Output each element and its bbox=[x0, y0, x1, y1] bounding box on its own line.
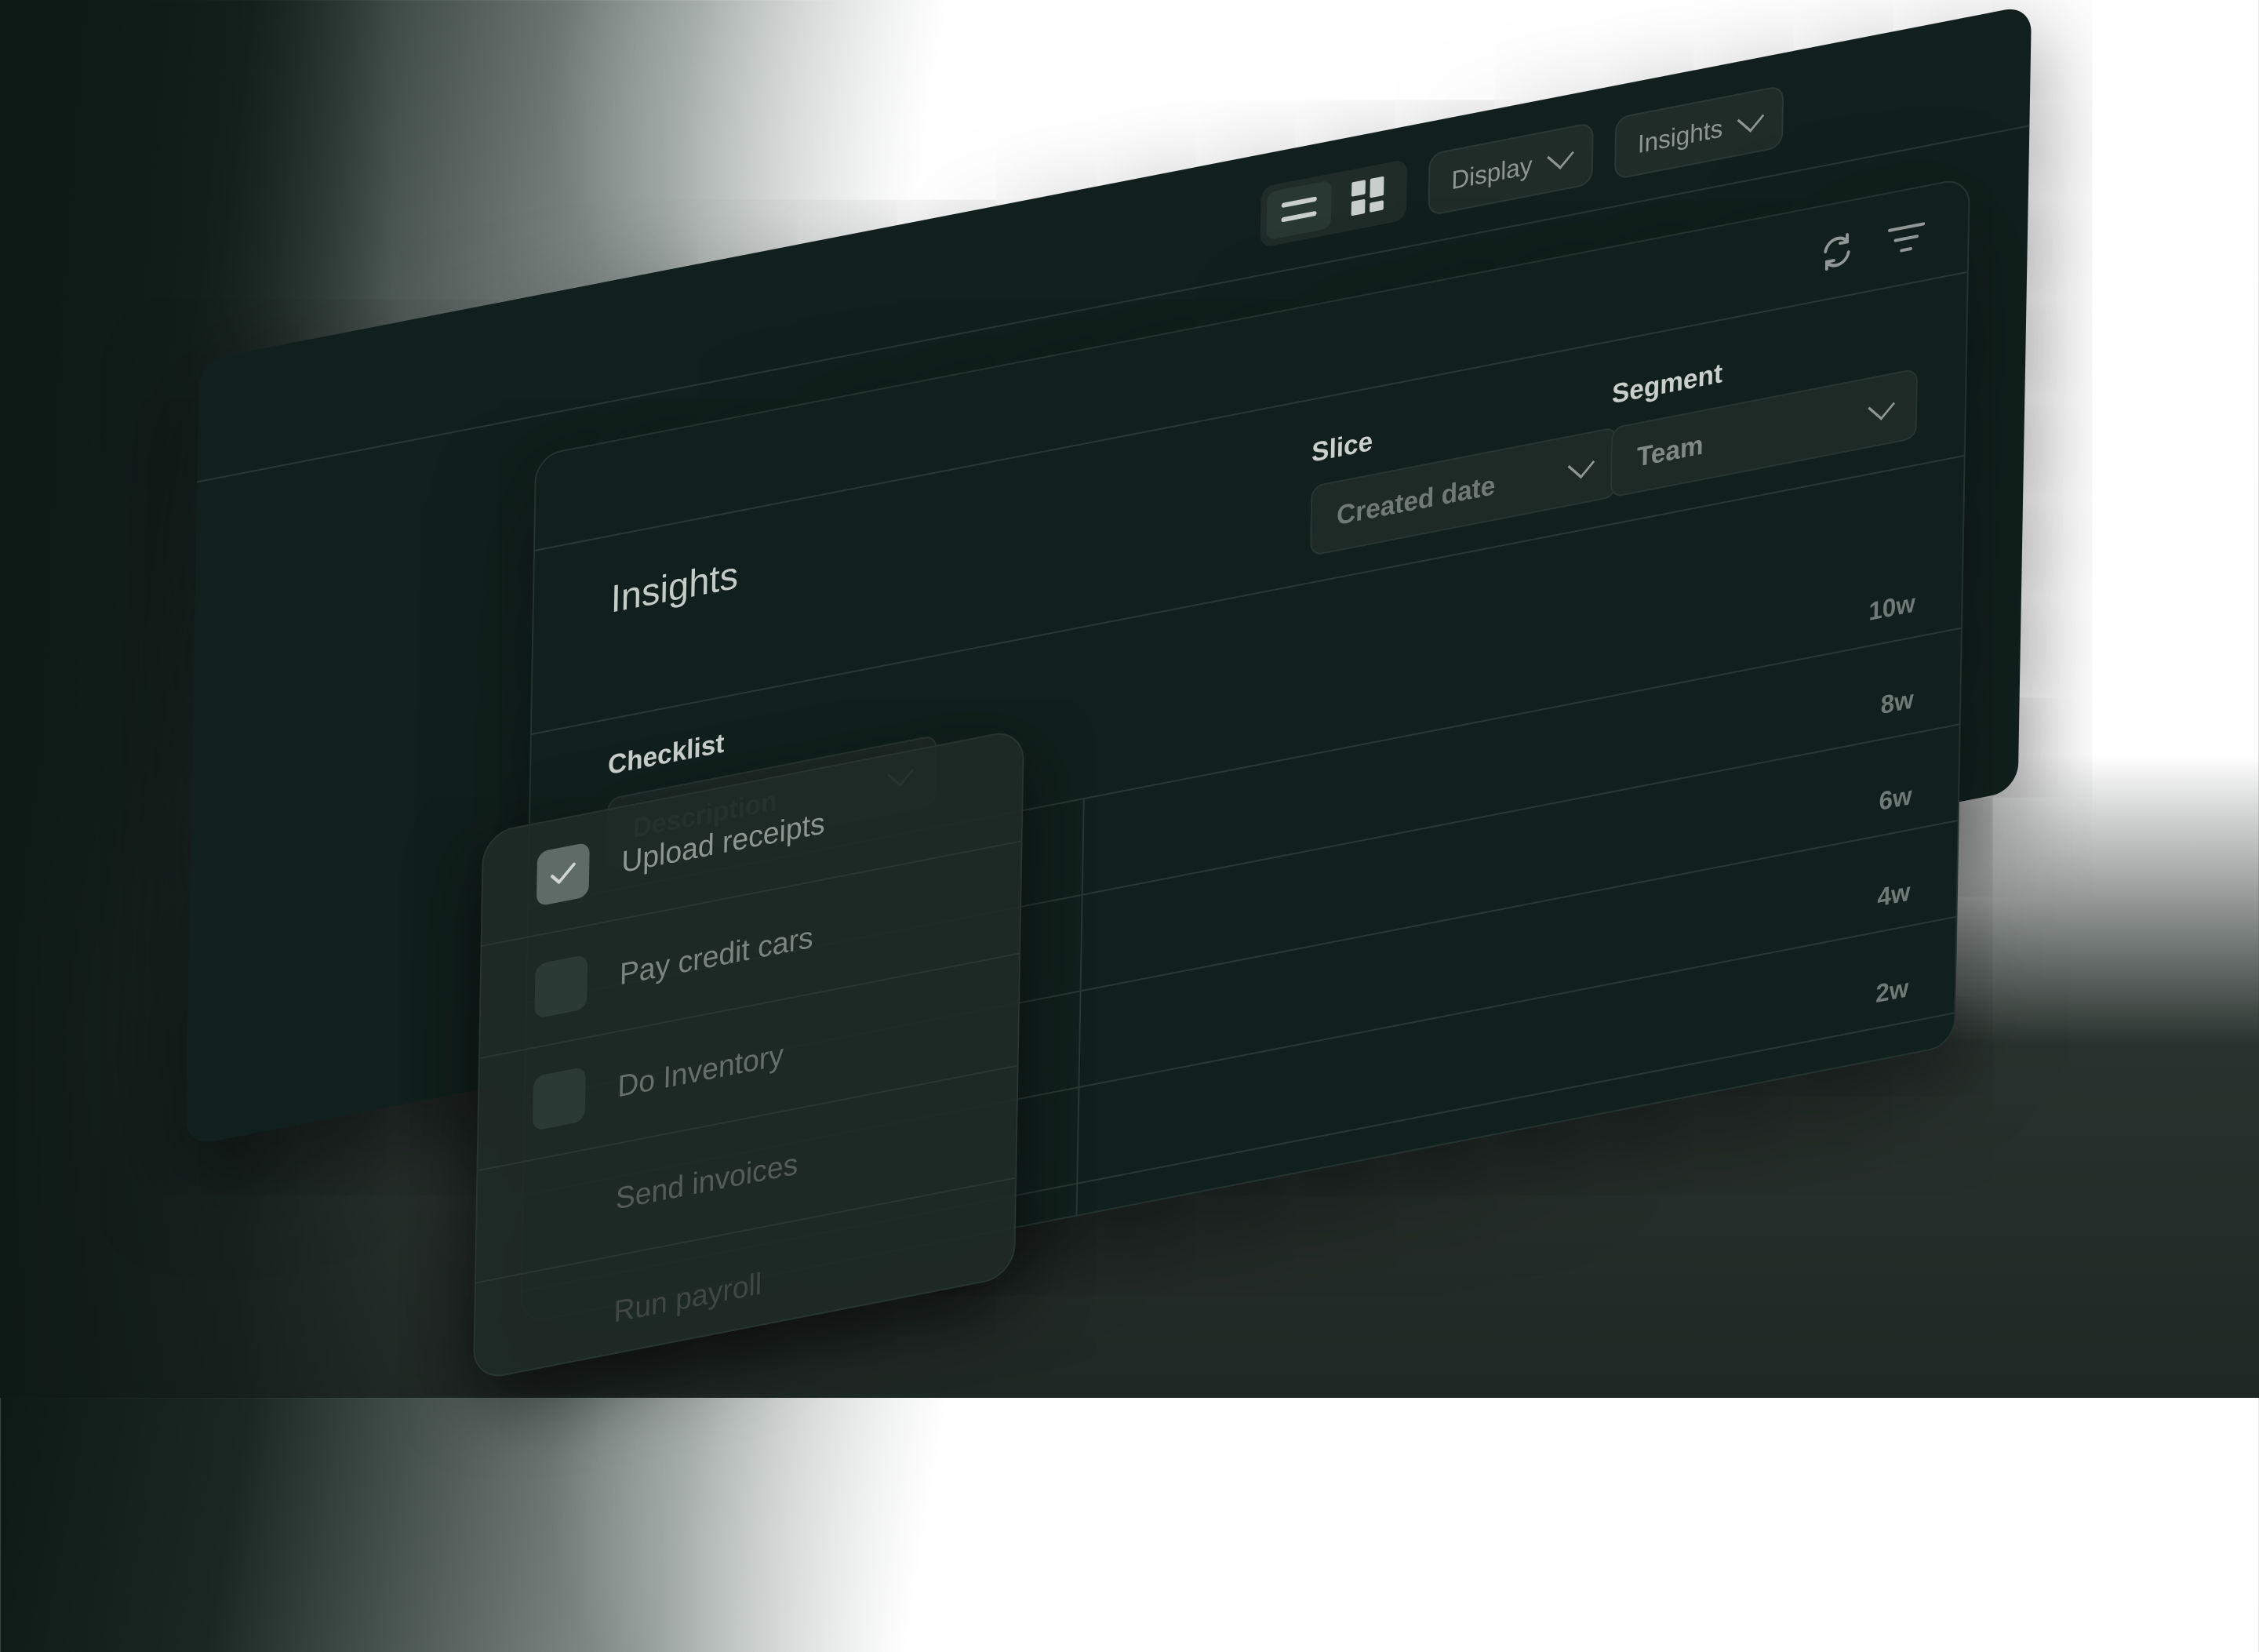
tilted-scene: Display Insights Insights Slice Created … bbox=[0, 0, 2220, 1652]
check-icon bbox=[551, 862, 576, 884]
insights-button[interactable]: Insights bbox=[1613, 85, 1784, 180]
y-tick-2w: 2w bbox=[1875, 973, 1909, 1009]
checklist-label: Checklist bbox=[607, 727, 725, 781]
filter-button[interactable] bbox=[1882, 210, 1930, 267]
y-tick-8w: 8w bbox=[1880, 684, 1914, 720]
chevron-down-icon bbox=[1737, 104, 1765, 133]
filter-icon bbox=[1888, 222, 1926, 253]
display-label: Display bbox=[1451, 150, 1533, 195]
grid-icon bbox=[1351, 176, 1384, 217]
chevron-down-icon bbox=[1567, 449, 1595, 478]
refresh-icon bbox=[1824, 233, 1850, 271]
list-icon bbox=[1281, 196, 1317, 223]
segment-select-value: Team bbox=[1636, 429, 1704, 473]
insights-label: Insights bbox=[1637, 113, 1723, 158]
checklist-item-label: Pay credit cars bbox=[619, 920, 814, 992]
view-toggle bbox=[1260, 158, 1408, 249]
chevron-down-icon bbox=[1868, 391, 1896, 420]
checkbox[interactable] bbox=[534, 954, 588, 1019]
checklist-item-label: Run payroll bbox=[613, 1266, 762, 1330]
grid-view-button[interactable] bbox=[1336, 166, 1402, 227]
checkbox-checked[interactable] bbox=[536, 842, 590, 907]
slice-label: Slice bbox=[1311, 426, 1373, 468]
checklist-item-label: Upload receipts bbox=[621, 806, 826, 880]
y-tick-4w: 4w bbox=[1877, 876, 1911, 912]
list-view-button[interactable] bbox=[1266, 180, 1332, 241]
page-title: Insights bbox=[610, 554, 739, 622]
display-button[interactable]: Display bbox=[1428, 122, 1594, 217]
checkbox[interactable] bbox=[532, 1066, 586, 1132]
refresh-button[interactable] bbox=[1813, 224, 1861, 281]
checklist-dropdown: Upload receipts Pay credit cars Do Inven… bbox=[472, 727, 1025, 1382]
chart-left-axis bbox=[1075, 797, 1085, 1215]
segment-label: Segment bbox=[1611, 358, 1723, 410]
slice-select-value: Created date bbox=[1336, 469, 1496, 531]
checklist-item-label: Do Inventory bbox=[617, 1038, 784, 1104]
panel-title-divider bbox=[531, 454, 1964, 735]
checklist-item-label: Send invoices bbox=[615, 1147, 798, 1217]
y-tick-10w: 10w bbox=[1868, 588, 1916, 627]
chevron-down-icon bbox=[1547, 140, 1574, 169]
y-tick-6w: 6w bbox=[1879, 781, 1912, 817]
